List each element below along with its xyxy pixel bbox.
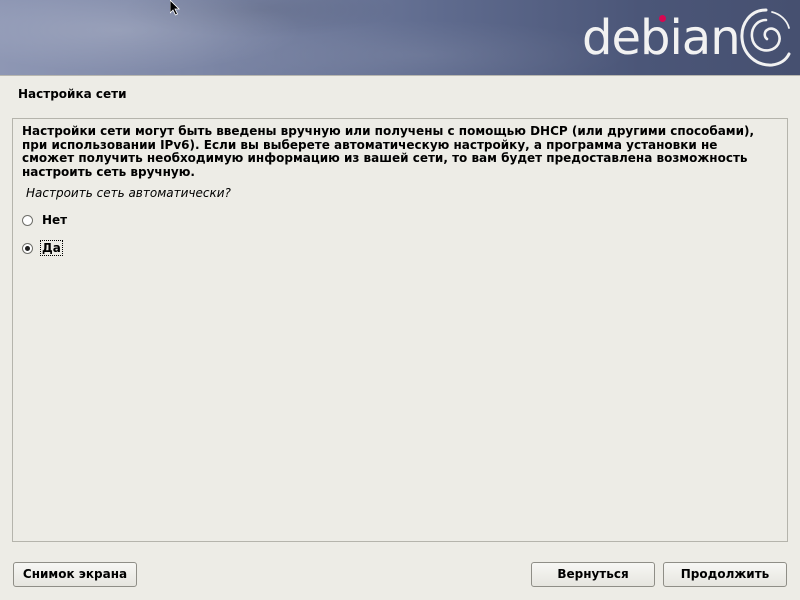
header-banner: debian <box>0 0 800 75</box>
mouse-cursor-icon <box>170 0 180 16</box>
question-label: Настроить сеть автоматически? <box>26 186 231 200</box>
description-line: при использовании IPv6). Если вы выберет… <box>22 137 718 152</box>
radio-option-label[interactable]: Нет <box>41 213 68 227</box>
radio-option-no[interactable]: Нет <box>22 211 68 229</box>
radio-button-selected-icon[interactable] <box>22 242 33 254</box>
radio-option-label[interactable]: Да <box>40 240 63 256</box>
content-panel: Настройки сети могут быть введены вручну… <box>12 118 788 542</box>
radio-option-yes[interactable]: Да <box>22 239 63 257</box>
screenshot-button[interactable]: Снимок экрана <box>13 562 137 587</box>
debian-swirl-icon <box>740 8 791 67</box>
continue-button[interactable]: Продолжить <box>663 562 787 587</box>
debian-logo-dot <box>659 15 666 22</box>
description-line: настроить сеть вручную. <box>22 164 195 179</box>
back-button[interactable]: Вернуться <box>531 562 655 587</box>
description-text: Настройки сети могут быть введены вручну… <box>22 124 778 179</box>
description-line: сможет получить необходимую информацию и… <box>22 151 748 165</box>
page-title: Настройка сети <box>18 87 127 101</box>
description-line: Настройки сети могут быть введены вручну… <box>22 124 755 138</box>
radio-button-icon[interactable] <box>22 214 33 226</box>
header-divider <box>0 75 800 76</box>
